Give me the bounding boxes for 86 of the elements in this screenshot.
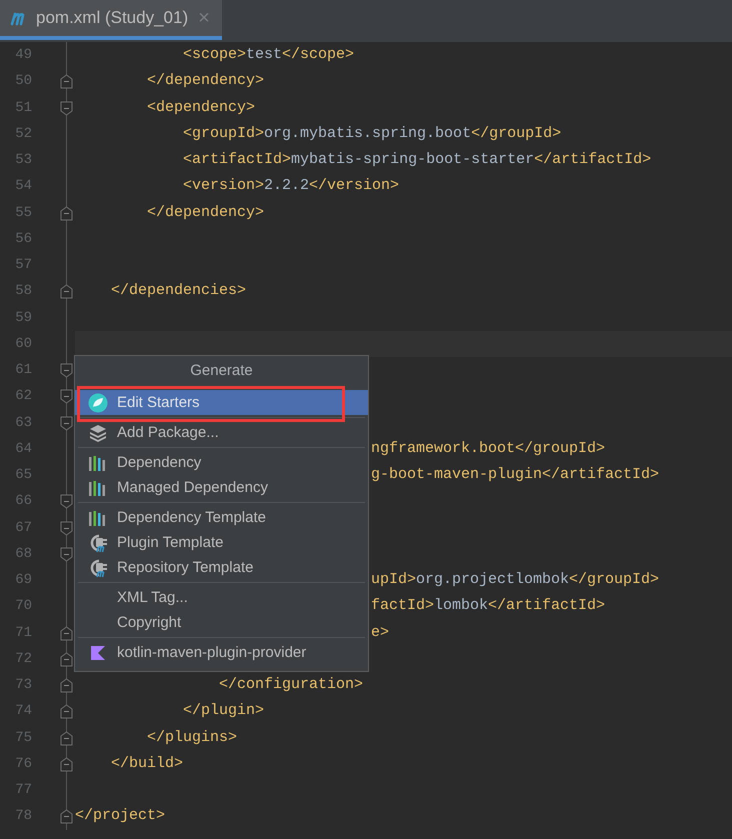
code-line: </dependency> <box>146 204 264 220</box>
layers-icon <box>88 422 108 442</box>
line-number: 66 <box>14 492 32 512</box>
line-number: 57 <box>14 256 32 275</box>
line-number: 64 <box>14 440 32 459</box>
bars-icon <box>88 480 108 496</box>
line-number: 52 <box>14 124 32 144</box>
fold-marker-icon[interactable] <box>60 74 73 90</box>
line-number: 53 <box>14 151 32 170</box>
kotlin-icon <box>89 644 107 662</box>
fold-marker-icon[interactable] <box>60 520 73 536</box>
menu-item[interactable]: Edit Starters <box>75 390 368 415</box>
line-number: 67 <box>14 518 32 538</box>
tab-title: pom.xml (Study_01) <box>36 8 188 28</box>
line-number: 63 <box>14 414 32 432</box>
menu-item[interactable]: Copyright <box>75 610 368 635</box>
fold-marker-icon[interactable] <box>60 363 73 378</box>
line-number: 59 <box>14 308 32 328</box>
code-line: upId>org.projectlombok</groupId> <box>371 571 660 588</box>
fold-marker-icon[interactable] <box>60 494 73 510</box>
line-number: 69 <box>14 571 32 590</box>
code-line: <groupId>org.mybatis.spring.boot</groupId> <box>182 124 562 142</box>
fold-marker-icon[interactable] <box>60 678 73 693</box>
code-line: <version>2.2.2</version> <box>182 177 400 194</box>
fold-marker-icon[interactable] <box>60 730 73 746</box>
line-number: 60 <box>14 334 32 354</box>
code-line: <dependency> <box>146 98 256 116</box>
fold-marker-icon[interactable] <box>60 389 73 404</box>
line-number: 62 <box>14 387 32 406</box>
code-line: g-boot-maven-plugin</artifactId> <box>371 466 660 483</box>
plug-icon <box>88 558 108 578</box>
fold-marker-icon[interactable] <box>60 284 73 300</box>
leaf-icon <box>88 392 108 412</box>
menu-item[interactable]: Managed Dependency <box>75 475 368 500</box>
fold-marker-icon[interactable] <box>60 626 73 640</box>
line-number: 73 <box>14 676 32 695</box>
menu-item[interactable]: Add Package... <box>75 420 368 445</box>
fold-marker-icon[interactable] <box>60 704 73 720</box>
code-line: </project> <box>75 807 166 824</box>
line-number: 58 <box>14 282 32 302</box>
line-number: 56 <box>14 230 32 249</box>
file-tab[interactable]: pom.xml (Study_01) × <box>0 0 222 40</box>
line-number: 71 <box>14 624 32 642</box>
fold-marker-icon[interactable] <box>60 546 73 562</box>
line-number: 54 <box>14 177 32 196</box>
line-number: 77 <box>14 781 32 800</box>
line-number: 61 <box>14 361 32 380</box>
code-line: <scope>test</scope> <box>182 46 354 63</box>
code-line: </configuration> <box>218 676 364 693</box>
line-number: 65 <box>14 466 32 485</box>
line-number: 76 <box>14 754 32 774</box>
fold-marker-icon[interactable] <box>60 100 73 116</box>
menu-item[interactable]: Dependency <box>75 450 368 475</box>
fold-marker-icon[interactable] <box>60 652 73 667</box>
line-number: 49 <box>14 46 32 65</box>
line-number: 72 <box>14 650 32 669</box>
menu-item[interactable]: Plugin Template <box>75 530 368 555</box>
code-line: </plugins> <box>146 728 238 746</box>
code-line: </plugin> <box>182 702 264 720</box>
line-number: 50 <box>14 72 32 92</box>
fold-marker-icon[interactable] <box>60 206 73 220</box>
code-line: factId>lombok</artifactId> <box>371 597 606 614</box>
line-number: 68 <box>14 544 32 564</box>
fold-marker-icon[interactable] <box>60 809 73 824</box>
code-line: </dependencies> <box>110 282 246 300</box>
code-line: </dependency> <box>146 72 264 90</box>
code-line: </build> <box>110 754 184 772</box>
bars-icon <box>88 454 108 470</box>
line-number: 75 <box>14 728 32 748</box>
plug-icon <box>88 532 108 552</box>
line-number: 74 <box>14 702 32 722</box>
code-line: e> <box>371 624 390 640</box>
popup-title: Generate <box>189 361 254 381</box>
line-number: 51 <box>14 98 32 118</box>
line-number: 55 <box>14 204 32 222</box>
line-number: 70 <box>14 597 32 616</box>
menu-item[interactable]: XML Tag... <box>75 585 368 610</box>
menu-item[interactable]: Dependency Template <box>75 505 368 530</box>
bars-icon <box>88 510 108 526</box>
line-number: 78 <box>14 807 32 826</box>
menu-item[interactable]: Repository Template <box>75 555 368 580</box>
code-line: ngframework.boot</groupId> <box>371 440 606 457</box>
fold-marker-icon[interactable] <box>60 756 73 772</box>
code-line: <artifactId>mybatis-spring-boot-starter</artifactId> <box>182 151 652 168</box>
menu-item[interactable]: kotlin-maven-plugin-provider <box>75 640 368 665</box>
fold-marker-icon[interactable] <box>60 416 73 430</box>
